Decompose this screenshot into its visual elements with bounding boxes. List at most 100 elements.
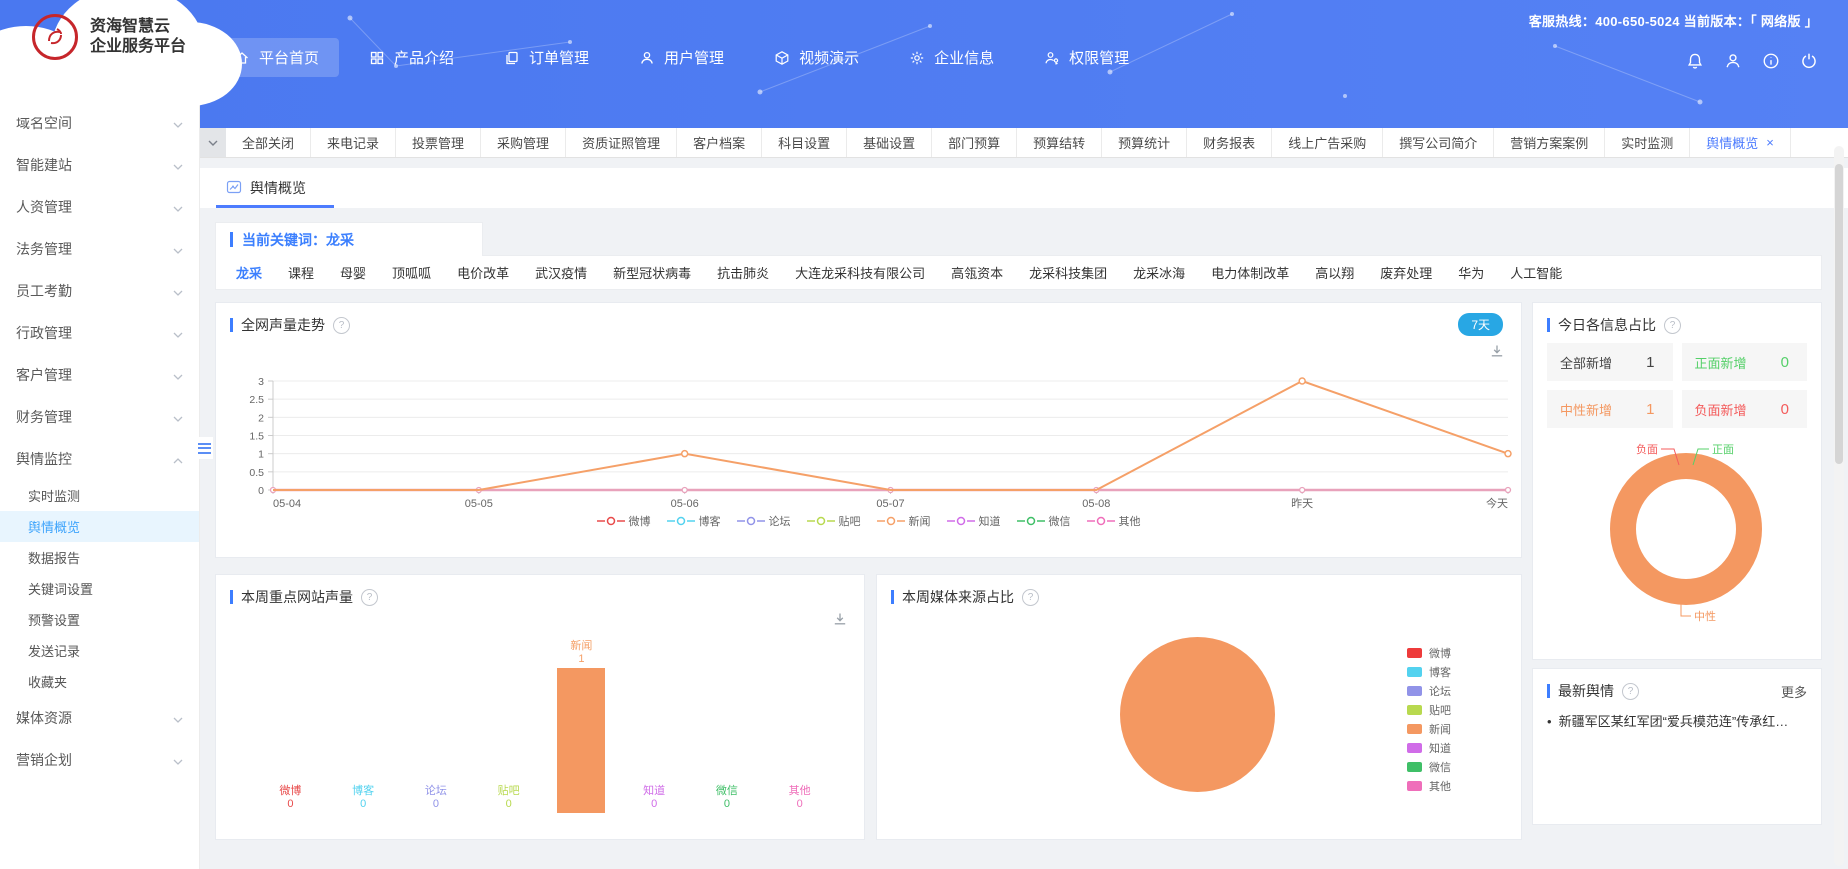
keyword-item[interactable]: 大连龙采科技有限公司	[795, 263, 925, 282]
legend-item[interactable]: 微博	[597, 513, 651, 529]
info-icon[interactable]	[1762, 52, 1780, 70]
bar-column[interactable]: 微博0	[254, 635, 327, 813]
tab[interactable]: 基础设置	[847, 128, 932, 157]
help-icon[interactable]: ?	[1022, 589, 1039, 606]
nav-item[interactable]: 用户管理	[619, 38, 744, 77]
legend-item[interactable]: 其他	[1087, 513, 1141, 529]
legend-item[interactable]: 论坛	[737, 513, 791, 529]
tab[interactable]: 舆情概览×	[1690, 128, 1791, 157]
tab[interactable]: 撰写公司简介	[1383, 128, 1494, 157]
tab[interactable]: 来电记录	[311, 128, 396, 157]
sidebar-group[interactable]: 员工考勤	[0, 270, 199, 312]
nav-item[interactable]: 订单管理	[484, 38, 609, 77]
pie-legend-item[interactable]: 微博	[1407, 643, 1451, 662]
keyword-item[interactable]: 电价改革	[457, 263, 509, 282]
download-icon[interactable]	[1489, 343, 1505, 364]
sidebar-group[interactable]: 客户管理	[0, 354, 199, 396]
sidebar-group[interactable]: 营销企划	[0, 739, 199, 781]
range-badge[interactable]: 7天	[1458, 313, 1503, 336]
pie-legend-item[interactable]: 新闻	[1407, 719, 1451, 738]
tab[interactable]: 实时监测	[1605, 128, 1690, 157]
legend-item[interactable]: 博客	[667, 513, 721, 529]
keyword-item[interactable]: 龙采	[236, 263, 262, 282]
scrollbar-thumb[interactable]	[1835, 164, 1843, 464]
legend-item[interactable]: 贴吧	[807, 513, 861, 529]
keyword-item[interactable]: 华为	[1458, 263, 1484, 282]
legend-item[interactable]: 微信	[1017, 513, 1071, 529]
tab[interactable]: 科目设置	[762, 128, 847, 157]
keyword-item[interactable]: 武汉疫情	[535, 263, 587, 282]
sidebar-group[interactable]: 法务管理	[0, 228, 199, 270]
sidebar-group[interactable]: 舆情监控	[0, 438, 199, 480]
keyword-item[interactable]: 顶呱呱	[392, 263, 431, 282]
tab[interactable]: 财务报表	[1187, 128, 1272, 157]
sidebar-group[interactable]: 媒体资源	[0, 697, 199, 739]
tab[interactable]: 预算统计	[1102, 128, 1187, 157]
nav-item[interactable]: 视频演示	[754, 38, 879, 77]
tabs-dropdown-button[interactable]	[200, 128, 226, 157]
nav-item[interactable]: 权限管理	[1024, 38, 1149, 77]
bar-column[interactable]: 新闻1	[545, 635, 618, 813]
tab[interactable]: 线上广告采购	[1272, 128, 1383, 157]
keyword-item[interactable]: 高瓴资本	[951, 263, 1003, 282]
sidebar-subitem[interactable]: 收藏夹	[0, 666, 199, 697]
sidebar-group[interactable]: 财务管理	[0, 396, 199, 438]
close-icon[interactable]: ×	[1766, 135, 1774, 150]
help-icon[interactable]: ?	[361, 589, 378, 606]
keyword-item[interactable]: 新型冠状病毒	[613, 263, 691, 282]
nav-item[interactable]: 企业信息	[889, 38, 1014, 77]
tab[interactable]: 采购管理	[481, 128, 566, 157]
help-icon[interactable]: ?	[1622, 683, 1639, 700]
sidebar-subitem[interactable]: 实时监测	[0, 480, 199, 511]
pie-legend-item[interactable]: 贴吧	[1407, 700, 1451, 719]
sidebar-subitem[interactable]: 数据报告	[0, 542, 199, 573]
tab[interactable]: 营销方案案例	[1494, 128, 1605, 157]
pie-legend-item[interactable]: 其他	[1407, 776, 1451, 795]
sidebar-subitem[interactable]: 预警设置	[0, 604, 199, 635]
pie-legend-item[interactable]: 知道	[1407, 738, 1451, 757]
tab[interactable]: 资质证照管理	[566, 128, 677, 157]
keyword-item[interactable]: 人工智能	[1510, 263, 1562, 282]
bar-column[interactable]: 微信0	[691, 635, 764, 813]
bar-column[interactable]: 贴吧0	[472, 635, 545, 813]
tab[interactable]: 预算结转	[1017, 128, 1102, 157]
bar-column[interactable]: 知道0	[618, 635, 691, 813]
help-icon[interactable]: ?	[333, 317, 350, 334]
sidebar-collapse-handle[interactable]	[196, 437, 213, 459]
nav-item[interactable]: 产品介绍	[349, 38, 474, 77]
vertical-scrollbar[interactable]	[1834, 146, 1844, 866]
legend-item[interactable]: 新闻	[877, 513, 931, 529]
account-icon[interactable]	[1724, 52, 1742, 70]
sidebar-subitem[interactable]: 舆情概览	[0, 511, 199, 542]
sidebar-group[interactable]: 人资管理	[0, 186, 199, 228]
tab[interactable]: 部门预算	[932, 128, 1017, 157]
keyword-item[interactable]: 龙采科技集团	[1029, 263, 1107, 282]
sidebar-subitem[interactable]: 发送记录	[0, 635, 199, 666]
bar-column[interactable]: 博客0	[327, 635, 400, 813]
sidebar-group[interactable]: 行政管理	[0, 312, 199, 354]
pie-legend-item[interactable]: 博客	[1407, 662, 1451, 681]
power-icon[interactable]	[1800, 52, 1818, 70]
bar-column[interactable]: 论坛0	[400, 635, 473, 813]
tab[interactable]: 投票管理	[396, 128, 481, 157]
bar-column[interactable]: 其他0	[763, 635, 836, 813]
keyword-item[interactable]: 电力体制改革	[1211, 263, 1289, 282]
keyword-item[interactable]: 母婴	[340, 263, 366, 282]
tab[interactable]: 全部关闭	[226, 128, 311, 157]
news-item[interactable]: •新疆军区某红军团“爱兵模范连”传承红色...	[1547, 713, 1807, 731]
download-icon[interactable]	[832, 611, 848, 632]
tab[interactable]: 客户档案	[677, 128, 762, 157]
pie-legend-item[interactable]: 论坛	[1407, 681, 1451, 700]
keyword-item[interactable]: 抗击肺炎	[717, 263, 769, 282]
section-tab-overview[interactable]: 舆情概览	[216, 168, 334, 208]
bell-icon[interactable]	[1686, 52, 1704, 70]
legend-item[interactable]: 知道	[947, 513, 1001, 529]
keyword-item[interactable]: 课程	[288, 263, 314, 282]
keyword-item[interactable]: 废弃处理	[1380, 263, 1432, 282]
keyword-item[interactable]: 高以翔	[1315, 263, 1354, 282]
more-link[interactable]: 更多	[1781, 682, 1807, 701]
pie-legend-item[interactable]: 微信	[1407, 757, 1451, 776]
sidebar-subitem[interactable]: 关键词设置	[0, 573, 199, 604]
sidebar-group[interactable]: 智能建站	[0, 144, 199, 186]
help-icon[interactable]: ?	[1664, 317, 1681, 334]
